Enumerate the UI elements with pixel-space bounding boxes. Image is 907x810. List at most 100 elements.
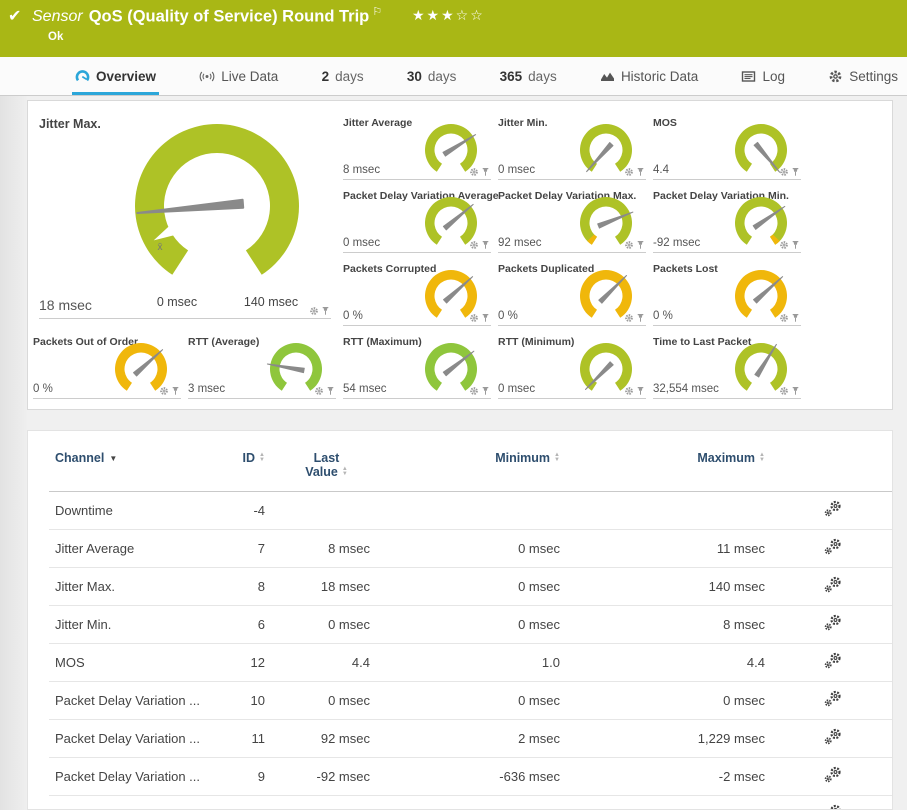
cell-maximum	[572, 492, 777, 530]
cell-actions[interactable]	[777, 492, 893, 530]
flag-icon[interactable]: ⚐	[372, 6, 382, 18]
gauge-tile-jitter-min: Jitter Min.0 msec	[498, 114, 646, 180]
gauge-settings-gear-icon[interactable]	[779, 313, 789, 323]
gauge-settings-gear-icon[interactable]	[779, 167, 789, 177]
gauge-settings-gear-icon[interactable]	[469, 386, 479, 396]
column-header-actions	[777, 445, 893, 492]
pin-icon[interactable]	[481, 313, 490, 323]
cell-last-value: 8 msec	[277, 530, 382, 568]
cell-last-value: 0 %	[277, 796, 382, 810]
cell-channel: Jitter Min.	[49, 606, 229, 644]
gauge-icon	[75, 69, 90, 84]
pin-icon[interactable]	[481, 167, 490, 177]
pin-icon[interactable]	[481, 386, 490, 396]
live-data-icon	[199, 69, 215, 84]
channel-settings-gears-icon[interactable]	[823, 728, 843, 746]
cell-actions[interactable]	[777, 530, 893, 568]
gauge-settings-gear-icon[interactable]	[159, 386, 169, 396]
channels-table: Channel ID Last Value Minimum Maximum Do…	[49, 445, 893, 810]
tab-2-days[interactable]: 2days	[319, 57, 367, 95]
cell-last-value: 0 msec	[277, 682, 382, 720]
gauge-settings-gear-icon[interactable]	[469, 313, 479, 323]
gauge-settings-gear-icon[interactable]	[624, 313, 634, 323]
gauge-actions	[469, 167, 490, 177]
cell-channel: Packets Corrupted	[49, 796, 229, 810]
gauge-actions	[624, 240, 645, 250]
cell-actions[interactable]	[777, 568, 893, 606]
pin-icon[interactable]	[791, 240, 800, 250]
table-header-row: Channel ID Last Value Minimum Maximum	[49, 445, 893, 492]
gauge-value: 32,554 msec	[653, 383, 719, 395]
tab-live-data[interactable]: Live Data	[196, 57, 281, 95]
gauge-actions	[314, 386, 335, 396]
cell-id: -4	[229, 492, 277, 530]
pin-icon[interactable]	[636, 167, 645, 177]
gauge-value: 8 msec	[343, 164, 380, 176]
channel-settings-gears-icon[interactable]	[823, 804, 843, 810]
column-header-channel[interactable]: Channel	[49, 445, 229, 492]
gauge-value: 0 msec	[498, 383, 535, 395]
cell-actions[interactable]	[777, 758, 893, 796]
cell-channel: Jitter Average	[49, 530, 229, 568]
column-header-last-value[interactable]: Last Value	[277, 445, 382, 492]
gauge-settings-gear-icon[interactable]	[314, 386, 324, 396]
page-title: QoS (Quality of Service) Round Trip	[89, 7, 370, 25]
gauge-actions	[309, 306, 330, 316]
cell-minimum: 0 %	[382, 796, 572, 810]
column-header-id[interactable]: ID	[229, 445, 277, 492]
gauge-settings-gear-icon[interactable]	[469, 167, 479, 177]
gauge-settings-gear-icon[interactable]	[779, 240, 789, 250]
pin-icon[interactable]	[321, 306, 330, 316]
gauge-actions	[624, 313, 645, 323]
gauge-settings-gear-icon[interactable]	[624, 240, 634, 250]
cell-channel: MOS	[49, 644, 229, 682]
gauge-value: 0 msec	[498, 164, 535, 176]
sensor-header: ✔ SensorQoS (Quality of Service) Round T…	[0, 0, 907, 57]
gauge-actions	[779, 313, 800, 323]
pin-icon[interactable]	[481, 240, 490, 250]
pin-icon[interactable]	[636, 240, 645, 250]
channel-settings-gears-icon[interactable]	[823, 690, 843, 708]
channel-settings-gears-icon[interactable]	[823, 652, 843, 670]
pin-icon[interactable]	[636, 313, 645, 323]
tab-30-days[interactable]: 30days	[404, 57, 460, 95]
historic-data-icon	[600, 69, 615, 84]
gauge-tile-rtt-maximum: RTT (Maximum)54 msec	[343, 333, 491, 399]
gauge-actions	[159, 386, 180, 396]
pin-icon[interactable]	[791, 313, 800, 323]
pin-icon[interactable]	[791, 167, 800, 177]
channel-settings-gears-icon[interactable]	[823, 576, 843, 594]
tab-log[interactable]: Log	[738, 57, 788, 95]
cell-minimum	[382, 492, 572, 530]
pin-icon[interactable]	[636, 386, 645, 396]
tab-365-days[interactable]: 365days	[497, 57, 560, 95]
cell-minimum: 0 msec	[382, 568, 572, 606]
channel-settings-gears-icon[interactable]	[823, 500, 843, 518]
pin-icon[interactable]	[791, 386, 800, 396]
cell-actions[interactable]	[777, 720, 893, 758]
cell-actions[interactable]	[777, 682, 893, 720]
gauge-settings-gear-icon[interactable]	[469, 240, 479, 250]
gear-icon	[828, 69, 843, 84]
table-row-packet-delay-variation: Packet Delay Variation ...1192 msec2 mse…	[49, 720, 893, 758]
tab-overview[interactable]: Overview	[72, 57, 159, 95]
table-row-packets-corrupted: Packets Corrupted50 %0 %0 %	[49, 796, 893, 810]
cell-actions[interactable]	[777, 796, 893, 810]
gauge-settings-gear-icon[interactable]	[779, 386, 789, 396]
channel-settings-gears-icon[interactable]	[823, 538, 843, 556]
channel-settings-gears-icon[interactable]	[823, 766, 843, 784]
gauge-settings-gear-icon[interactable]	[624, 167, 634, 177]
cell-id: 8	[229, 568, 277, 606]
gauge-settings-gear-icon[interactable]	[624, 386, 634, 396]
cell-actions[interactable]	[777, 606, 893, 644]
tab-settings[interactable]: Settings	[825, 57, 901, 95]
column-header-minimum[interactable]: Minimum	[382, 445, 572, 492]
pin-icon[interactable]	[326, 386, 335, 396]
column-header-maximum[interactable]: Maximum	[572, 445, 777, 492]
gauge-settings-gear-icon[interactable]	[309, 306, 319, 316]
pin-icon[interactable]	[171, 386, 180, 396]
cell-actions[interactable]	[777, 644, 893, 682]
priority-star-rating[interactable]: ★★★☆☆	[412, 7, 485, 24]
channel-settings-gears-icon[interactable]	[823, 614, 843, 632]
tab-historic-data[interactable]: Historic Data	[597, 57, 701, 95]
